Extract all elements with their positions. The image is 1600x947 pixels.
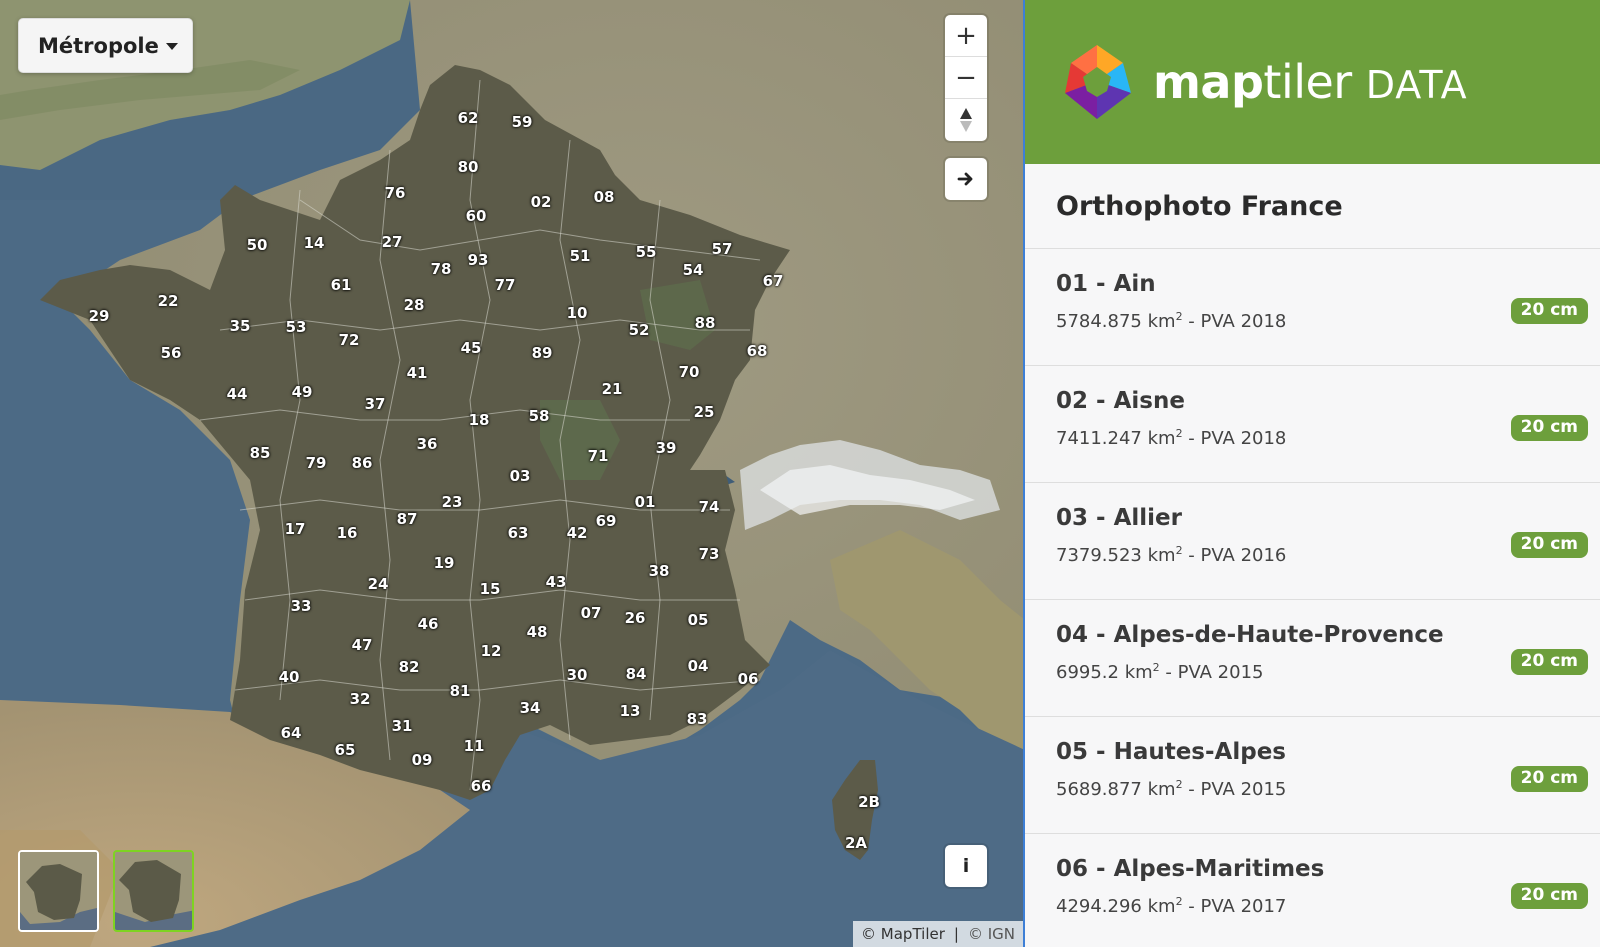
brand-wordmark: maptiler DATA (1153, 55, 1468, 109)
arrow-right-icon (957, 172, 973, 186)
dataset-item[interactable]: 04 - Alpes-de-Haute-Provence 6995.2 km2 -… (1025, 600, 1600, 717)
resolution-badge: 20 cm (1510, 766, 1588, 792)
fullscreen-control (945, 158, 987, 200)
dataset-area: 5689.877 km (1056, 779, 1176, 800)
dataset-item[interactable]: 05 - Hautes-Alpes 5689.877 km2 - PVA 2015… (1025, 717, 1600, 834)
resolution-badge: 20 cm (1510, 532, 1588, 558)
maptiler-logo-icon (1065, 45, 1131, 119)
resolution-badge: 20 cm (1510, 415, 1588, 441)
region-dropdown-label: Métropole (38, 33, 159, 58)
map-imagery[interactable] (0, 0, 1025, 947)
resolution-badge: 20 cm (1510, 649, 1588, 675)
sidebar: maptiler DATA Orthophoto France 01 - Ain 5… (1025, 0, 1600, 947)
resolution-badge: 20 cm (1510, 298, 1588, 324)
zoom-controls: + − (945, 15, 987, 141)
dataset-area-unit-exponent: 2 (1175, 427, 1183, 440)
dataset-name: 06 - Alpes-Maritimes (1056, 856, 1325, 882)
basemap-thumbnail-2[interactable] (113, 850, 194, 932)
dataset-source: - PVA 2016 (1182, 545, 1287, 566)
attribution-ign-link[interactable]: © IGN (968, 925, 1015, 943)
dataset-area: 7411.247 km (1056, 428, 1176, 449)
plus-icon: + (955, 20, 977, 51)
dataset-name: 05 - Hautes-Alpes (1056, 739, 1286, 765)
info-icon: i (962, 855, 970, 877)
dataset-name: 01 - Ain (1056, 271, 1156, 297)
zoom-in-button[interactable]: + (945, 15, 987, 57)
dataset-item[interactable]: 01 - Ain 5784.875 km2 - PVA 2018 20 cm (1025, 249, 1600, 366)
dataset-source: - PVA 2015 (1182, 779, 1287, 800)
minus-icon: − (955, 62, 977, 93)
france-thumbnail-image (115, 852, 192, 930)
dataset-area: 7379.523 km (1056, 545, 1176, 566)
dataset-area-unit-exponent: 2 (1175, 895, 1183, 908)
dataset-source: - PVA 2018 (1182, 311, 1287, 332)
dataset-meta: 4294.296 km2 - PVA 2017 (1056, 895, 1286, 917)
brand-part-tiler: tiler (1263, 55, 1352, 109)
map-attribution: © MapTiler | © IGN (853, 921, 1023, 947)
app-root: 62 59 80 76 60 02 08 50 14 27 93 78 51 55 57 77 67 54 22 61… (0, 0, 1600, 947)
compass-icon (960, 108, 972, 132)
dataset-item[interactable]: 02 - Aisne 7411.247 km2 - PVA 2018 20 cm (1025, 366, 1600, 483)
resolution-badge: 20 cm (1510, 883, 1588, 909)
dataset-area: 4294.296 km (1056, 896, 1176, 917)
dataset-area: 6995.2 km (1056, 662, 1153, 683)
basemap-thumbnail-1[interactable] (18, 850, 99, 932)
compass-button[interactable] (945, 99, 987, 141)
caret-down-icon (165, 43, 178, 50)
dataset-name: 04 - Alpes-de-Haute-Provence (1056, 622, 1444, 648)
brand-part-data: DATA (1365, 63, 1468, 107)
attribution-maptiler-link[interactable]: © MapTiler (861, 925, 945, 943)
dataset-name: 03 - Allier (1056, 505, 1182, 531)
dataset-area-unit-exponent: 2 (1152, 661, 1160, 674)
dataset-list: 01 - Ain 5784.875 km2 - PVA 2018 20 cm 02 -… (1025, 249, 1600, 947)
dataset-area: 5784.875 km (1056, 311, 1176, 332)
dataset-source: - PVA 2018 (1182, 428, 1287, 449)
france-thumbnail-image (20, 852, 97, 930)
dataset-source: - PVA 2015 (1159, 662, 1264, 683)
dataset-meta: 5784.875 km2 - PVA 2018 (1056, 310, 1286, 332)
info-button[interactable]: i (945, 845, 987, 887)
dataset-area-unit-exponent: 2 (1175, 544, 1183, 557)
dataset-name: 02 - Aisne (1056, 388, 1185, 414)
brand-part-map: map (1153, 55, 1264, 109)
dataset-meta: 7411.247 km2 - PVA 2018 (1056, 427, 1286, 449)
dataset-meta: 7379.523 km2 - PVA 2016 (1056, 544, 1286, 566)
dataset-item[interactable]: 03 - Allier 7379.523 km2 - PVA 2016 20 cm (1025, 483, 1600, 600)
dataset-meta: 5689.877 km2 - PVA 2015 (1056, 778, 1286, 800)
dataset-item[interactable]: 06 - Alpes-Maritimes 4294.296 km2 - PVA 2… (1025, 834, 1600, 947)
region-dropdown[interactable]: Métropole (18, 18, 193, 73)
map-view[interactable]: 62 59 80 76 60 02 08 50 14 27 93 78 51 55 57 77 67 54 22 61… (0, 0, 1025, 947)
attribution-separator: | (953, 925, 959, 943)
dataset-title: Orthophoto France (1025, 164, 1600, 249)
dataset-source: - PVA 2017 (1182, 896, 1287, 917)
zoom-out-button[interactable]: − (945, 57, 987, 99)
dataset-area-unit-exponent: 2 (1175, 778, 1183, 791)
open-link-button[interactable] (945, 158, 987, 200)
dataset-meta: 6995.2 km2 - PVA 2015 (1056, 661, 1263, 683)
brand-header: maptiler DATA (1025, 0, 1600, 164)
dataset-area-unit-exponent: 2 (1175, 310, 1183, 323)
